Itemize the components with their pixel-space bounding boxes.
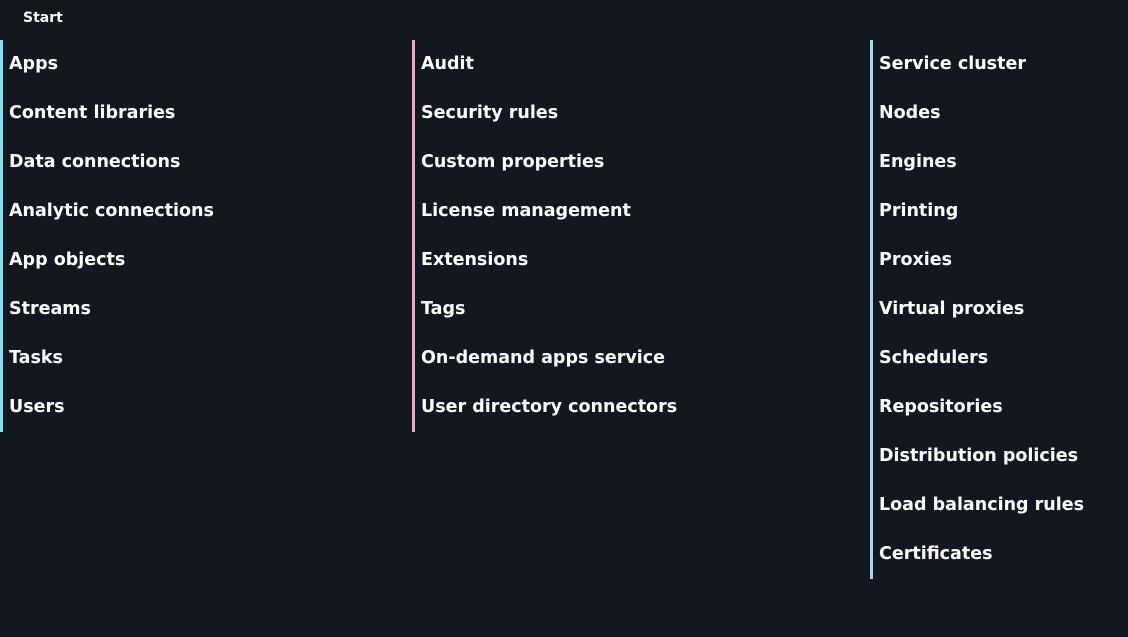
page-title: Start (23, 10, 63, 26)
column-management: Audit Security rules Custom properties L… (412, 40, 861, 432)
menu-item-printing[interactable]: Printing (879, 187, 1128, 236)
menu-item-repositories[interactable]: Repositories (879, 383, 1128, 432)
menu-item-license-management[interactable]: License management (421, 187, 861, 236)
menu-item-user-directory-connectors[interactable]: User directory connectors (421, 383, 861, 432)
menu-item-security-rules[interactable]: Security rules (421, 89, 861, 138)
menu-item-streams[interactable]: Streams (9, 285, 409, 334)
menu-item-users[interactable]: Users (9, 383, 409, 432)
menu-item-proxies[interactable]: Proxies (879, 236, 1128, 285)
menu-item-tasks[interactable]: Tasks (9, 334, 409, 383)
menu-item-extensions[interactable]: Extensions (421, 236, 861, 285)
menu-item-content-libraries[interactable]: Content libraries (9, 89, 409, 138)
menu-item-on-demand-apps-service[interactable]: On-demand apps service (421, 334, 861, 383)
menu-item-distribution-policies[interactable]: Distribution policies (879, 432, 1128, 481)
menu-item-certificates[interactable]: Certificates (879, 530, 1128, 579)
menu-item-engines[interactable]: Engines (879, 138, 1128, 187)
menu-item-apps[interactable]: Apps (9, 40, 409, 89)
menu-item-custom-properties[interactable]: Custom properties (421, 138, 861, 187)
menu-item-virtual-proxies[interactable]: Virtual proxies (879, 285, 1128, 334)
menu-item-app-objects[interactable]: App objects (9, 236, 409, 285)
menu-item-data-connections[interactable]: Data connections (9, 138, 409, 187)
menu-item-audit[interactable]: Audit (421, 40, 861, 89)
column-configure-system: Service cluster Nodes Engines Printing P… (870, 40, 1128, 579)
menu-item-nodes[interactable]: Nodes (879, 89, 1128, 138)
menu-item-schedulers[interactable]: Schedulers (879, 334, 1128, 383)
menu-item-load-balancing-rules[interactable]: Load balancing rules (879, 481, 1128, 530)
column-data-governance: Apps Content libraries Data connections … (0, 40, 409, 432)
menu-item-analytic-connections[interactable]: Analytic connections (9, 187, 409, 236)
menu-item-tags[interactable]: Tags (421, 285, 861, 334)
menu-item-service-cluster[interactable]: Service cluster (879, 40, 1128, 89)
